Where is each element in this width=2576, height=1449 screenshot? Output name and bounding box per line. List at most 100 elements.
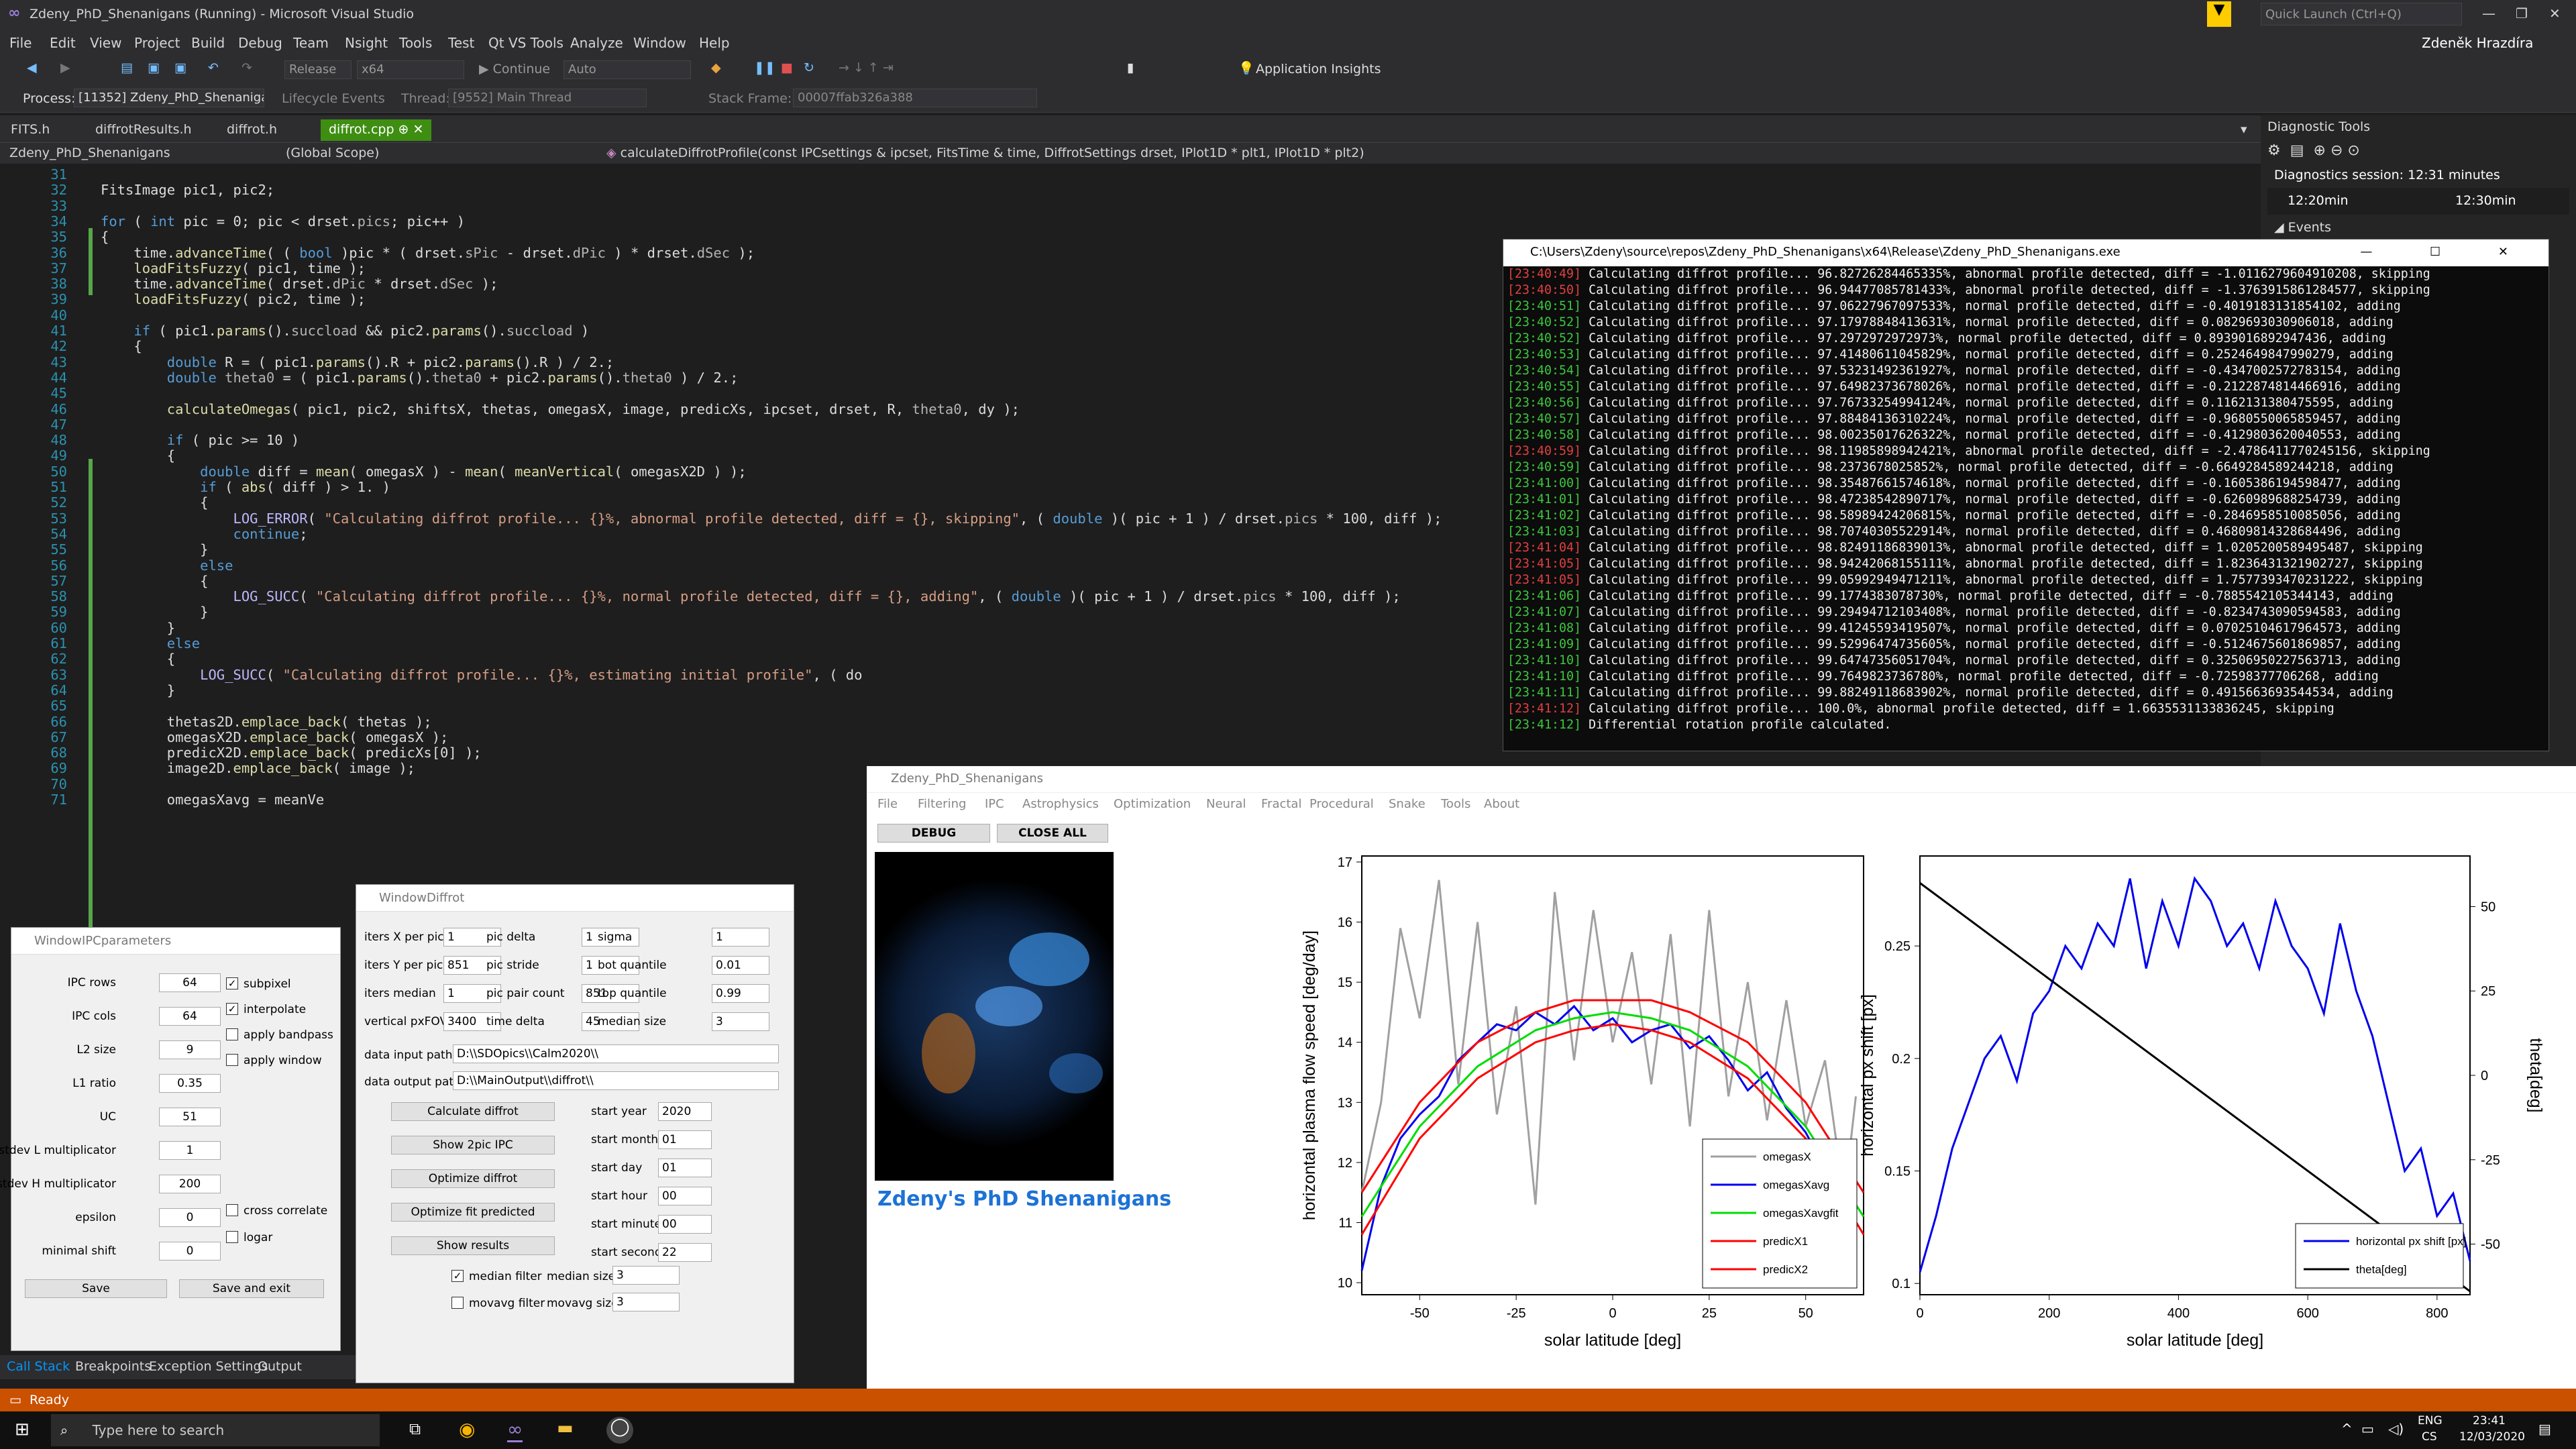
ipc-field-input[interactable]: 0 [159,1242,221,1260]
ipc-save-button[interactable]: Save [25,1279,167,1298]
clock-time[interactable]: 23:41 [2473,1414,2506,1428]
ipc-field-input[interactable]: 9 [159,1040,221,1059]
zdeny-menu-optimization[interactable]: Optimization [1114,797,1191,811]
diffrot-action-button[interactable]: Show results [391,1236,555,1255]
menu-qt-vs-tools[interactable]: Qt VS Tools [488,35,564,51]
start-date-input[interactable]: 00 [658,1187,712,1205]
ipc-checkbox[interactable]: ✓ [226,1003,238,1015]
ipc-field-input[interactable]: 64 [159,1007,221,1026]
nav-scope[interactable]: (Global Scope) [286,146,379,160]
tab-diffrotresults-h[interactable]: diffrotResults.h [87,119,200,141]
zdeny-menu-ipc[interactable]: IPC [985,797,1004,811]
close-all-button[interactable]: CLOSE ALL [997,824,1108,843]
stop-icon[interactable]: ■ [781,60,793,75]
notification-filter-icon[interactable]: ▼ [2207,1,2231,27]
process-select[interactable]: [11352] Zdeny_PhD_Shenanigans.e [74,89,264,107]
menu-nsight[interactable]: Nsight [345,35,388,51]
movavg-size-input[interactable]: 3 [612,1293,680,1311]
windows-start-icon[interactable]: ⊞ [15,1419,30,1440]
diffrot-param-input[interactable]: 0.99 [712,984,769,1003]
ipc-field-input[interactable]: 64 [159,973,221,992]
tabs-dropdown-icon[interactable]: ▾ [2241,122,2247,137]
ipc-checkbox[interactable] [226,1028,238,1040]
median-size-input[interactable]: 3 [612,1266,680,1285]
continue-button[interactable]: ▶ Continue [479,62,550,76]
ipc-field-input[interactable]: 51 [159,1108,221,1126]
menu-project[interactable]: Project [134,35,180,51]
menu-team[interactable]: Team [293,35,329,51]
zdeny-menu-tools[interactable]: Tools [1441,797,1470,811]
back-icon[interactable]: ◀ [27,60,37,75]
tab-output[interactable]: Output [258,1359,302,1374]
chrome-icon[interactable]: ◉ [459,1418,475,1440]
data-output-path[interactable]: D:\\MainOutput\\diffrot\\ [453,1071,779,1090]
visual-studio-icon[interactable]: ∞ [507,1418,523,1442]
diffrot-action-button[interactable]: Optimize diffrot [391,1169,555,1188]
diffrot-action-button[interactable]: Calculate diffrot [391,1102,555,1121]
menu-help[interactable]: Help [699,35,730,51]
app-running-icon[interactable]: ◯ [606,1417,633,1444]
console-window-controls[interactable]: — ☐ ✕ [2360,245,2535,259]
network-icon[interactable]: ▭ [2361,1421,2374,1437]
tab-breakpoints[interactable]: Breakpoints [75,1359,151,1374]
start-date-input[interactable]: 00 [658,1215,712,1234]
tab-exception-settings[interactable]: Exception Settings [149,1359,268,1374]
zdeny-menu-snake[interactable]: Snake [1389,797,1426,811]
tab-call-stack[interactable]: Call Stack [7,1359,70,1374]
menu-analyze[interactable]: Analyze [570,35,623,51]
menu-debug[interactable]: Debug [238,35,282,51]
diffrot-param-input[interactable]: 3 [712,1012,769,1031]
restore-button[interactable]: ❐ [2516,5,2528,21]
volume-icon[interactable]: ◁) [2388,1421,2404,1437]
nav-function[interactable]: ◈ calculateDiffrotProfile(const IPCsetti… [606,146,1364,160]
restart-icon[interactable]: ↻ [804,60,814,75]
close-button[interactable]: ✕ [2549,5,2561,21]
events-header[interactable]: ◢ Events [2261,217,2576,237]
redo-icon[interactable]: ↷ [241,60,252,75]
settings-icon[interactable]: ⚙ [2267,142,2281,159]
start-date-input[interactable]: 22 [658,1243,712,1262]
zdeny-menu-fractal[interactable]: Fractal [1261,797,1301,811]
zoom-out-icon[interactable]: ⊖ [2330,142,2343,159]
debug-button[interactable]: DEBUG [877,824,990,843]
tab-fits-h[interactable]: FITS.h [3,119,58,141]
zdeny-menu-neural[interactable]: Neural [1206,797,1246,811]
platform-select[interactable]: x64 [357,60,464,79]
menu-view[interactable]: View [90,35,121,51]
lightbulb-icon[interactable]: 💡 [1238,60,1254,76]
hot-reload-icon[interactable]: ◆ [711,60,721,75]
median-filter-checkbox[interactable]: ✓ [451,1270,464,1282]
auto-select[interactable]: Auto [564,60,691,79]
start-date-input[interactable]: 2020 [658,1102,712,1121]
start-date-input[interactable]: 01 [658,1159,712,1177]
menu-edit[interactable]: Edit [50,35,76,51]
tab-diffrot-cpp[interactable]: diffrot.cpp ⊕ ✕ [321,119,432,141]
zdeny-menu-filtering[interactable]: Filtering [918,797,966,811]
ipc-field-input[interactable]: 200 [159,1175,221,1193]
thread-select[interactable]: [9552] Main Thread [448,89,647,107]
config-select[interactable]: Release [284,60,352,79]
notification-icon[interactable]: ▤ [2538,1421,2551,1437]
user-name[interactable]: Zdeněk Hrazdíra [2422,35,2533,51]
save-icon[interactable]: ▣ [148,60,160,75]
diffrot-action-button[interactable]: Show 2pic IPC [391,1136,555,1155]
minimize-button[interactable]: — [2482,5,2496,21]
file-explorer-icon[interactable]: ▬ [557,1418,574,1438]
input-lang-2[interactable]: CS [2422,1430,2437,1444]
tab-close-icon[interactable]: ✕ [413,122,424,137]
menu-test[interactable]: Test [448,35,474,51]
menu-file[interactable]: File [9,35,32,51]
taskbar-search[interactable]: ⌕ Type here to search [51,1414,380,1446]
ipc-checkbox[interactable] [226,1231,238,1243]
ipc-checkbox[interactable] [226,1204,238,1216]
diffrot-param-input[interactable]: 1 [712,928,769,947]
forward-icon[interactable]: ▶ [60,60,70,75]
zoom-in-icon[interactable]: ⊕ [2314,142,2326,159]
ipc-field-input[interactable]: 0 [159,1208,221,1227]
undo-icon[interactable]: ↶ [208,60,219,75]
export-icon[interactable]: ▤ [2290,142,2304,159]
movavg-filter-checkbox[interactable] [451,1297,464,1309]
zdeny-menu-procedural[interactable]: Procedural [1309,797,1374,811]
save-all-icon[interactable]: ▣ [174,60,186,75]
diffrot-param-input[interactable]: 0.01 [712,956,769,975]
